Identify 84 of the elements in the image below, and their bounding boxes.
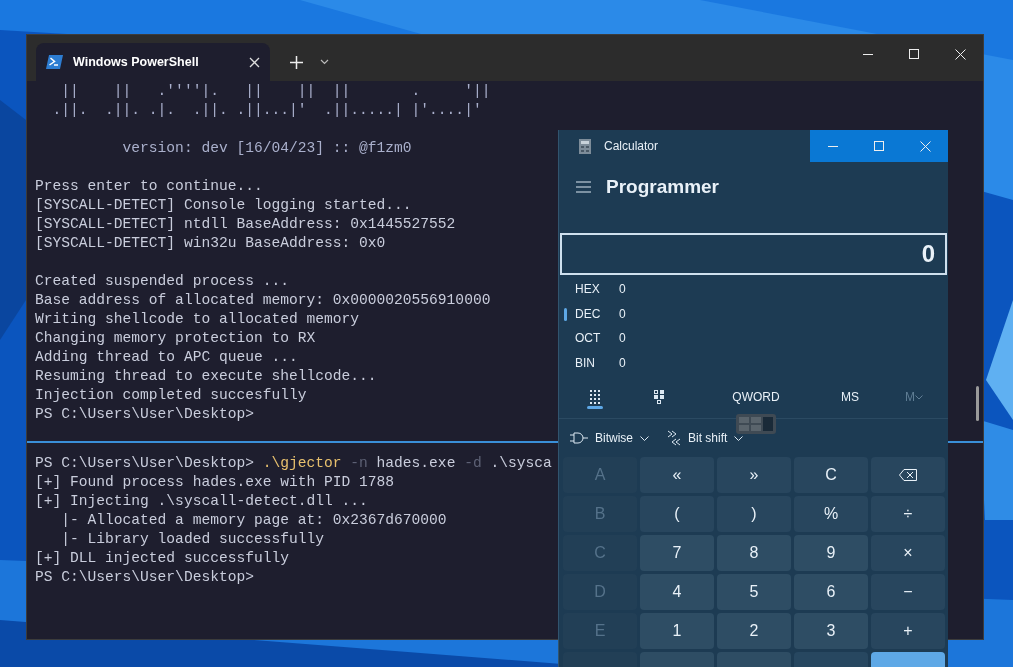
digit-key[interactable]: 5 [717, 574, 791, 610]
operator-key[interactable]: × [871, 535, 945, 571]
digit-key[interactable]: 3 [794, 613, 868, 649]
caret-icon [640, 435, 649, 441]
caret-icon [915, 394, 923, 400]
operator-key[interactable]: « [640, 457, 714, 493]
ascii-art-line: version: dev [16/04/23] :: @f1zm0 [121, 139, 412, 158]
maximize-icon [874, 141, 884, 151]
backspace-icon [899, 469, 917, 481]
display-field: 0 [560, 233, 947, 275]
digit-key[interactable]: 1 [640, 613, 714, 649]
operator-key[interactable]: ) [717, 496, 791, 532]
terminal-line: Writing shellcode to allocated memory [35, 310, 360, 329]
operator-key[interactable]: % [794, 496, 868, 532]
ascii-art-line: .||. .||. .|. .||. .||...|' .||.....| |'....|' [51, 101, 482, 120]
terminal-line: [+] Found process hades.exe with PID 1788 [35, 473, 395, 492]
terminal-line: PS C:\Users\User\Desktop> [35, 568, 254, 587]
caret-icon [319, 59, 329, 65]
dropdown-button[interactable]: Bitwise [570, 429, 649, 447]
close-icon [919, 140, 931, 152]
shift-arrows-icon [667, 430, 681, 446]
mode-title: Programmer [606, 174, 719, 199]
grid-icon [736, 414, 776, 434]
terminal-line: Resuming thread to execute shellcode... [35, 367, 377, 386]
radix-label: OCT [575, 330, 602, 348]
command-line: PS C:\Users\User\Desktop> .\gjector -n hades.exe -d .\sysca [35, 454, 552, 473]
terminal-line: [+] DLL injected successfully [35, 549, 289, 568]
terminal-line: PS C:\Users\User\Desktop> [35, 405, 254, 424]
menu-icon [576, 181, 591, 193]
digit-key[interactable]: 7 [640, 535, 714, 571]
terminal-line: Created suspended process ... [35, 272, 289, 291]
digit-key[interactable]: 4 [640, 574, 714, 610]
terminal-line: Adding thread to APC queue ... [35, 348, 298, 367]
radix-value: 0 [619, 354, 626, 372]
radix-label: HEX [575, 281, 601, 299]
radix-row[interactable]: OCT 0 [559, 326, 948, 351]
radix-label: BIN [575, 354, 596, 372]
digit-key[interactable]: 9 [794, 535, 868, 571]
digit-key[interactable]: 8 [717, 535, 791, 571]
keypad-icon [590, 390, 600, 404]
backspace-key[interactable] [871, 457, 945, 493]
close-icon [954, 48, 966, 60]
memory-store-button[interactable]: MS [826, 385, 874, 409]
caret-icon [734, 435, 744, 441]
operator-key[interactable]: » [717, 457, 791, 493]
window-title: Calculator [604, 138, 659, 155]
powershell-icon [46, 54, 64, 70]
operator-key[interactable]: ÷ [871, 496, 945, 532]
maximize-icon [909, 49, 919, 59]
terminal-line: Press enter to continue... [35, 177, 263, 196]
operator-key[interactable]: − [871, 574, 945, 610]
terminal-line: [SYSCALL-DETECT] ntdll BaseAddress: 0x1445527552 [35, 215, 456, 234]
radix-row[interactable]: HEX 0 [559, 277, 948, 302]
terminal-line: |- Allocated a memory page at: 0x2367d670000 [60, 511, 447, 530]
operator-key[interactable]: ( [640, 496, 714, 532]
operator-key[interactable]: C [794, 457, 868, 493]
terminal-line: [SYSCALL-DETECT] Console logging started... [35, 196, 412, 215]
terminal-tab[interactable]: Windows PowerShell [36, 43, 270, 81]
terminal-line: Injection completed succesfully [35, 386, 307, 405]
ascii-art-line: || || .''''|. || || || . '|| [60, 82, 491, 101]
scrollbar-thumb[interactable] [976, 386, 979, 421]
terminal-line: [+] Injecting .\syscall-detect.dll ... [35, 492, 368, 511]
plus-icon [289, 55, 303, 69]
logic-gate-icon [570, 432, 588, 444]
dots-icon [654, 390, 664, 404]
dropdown-button[interactable]: Bit shift [667, 429, 744, 447]
terminal-line: [SYSCALL-DETECT] win32u BaseAddress: 0x0 [35, 234, 386, 253]
terminal-line: |- Library loaded successfully [60, 530, 324, 549]
terminal-line: Base address of allocated memory: 0x0000020556910000 [35, 291, 491, 310]
calculator-icon [579, 138, 591, 154]
radix-row[interactable]: DEC 0 [559, 301, 948, 326]
word-size-button[interactable]: QWORD [716, 385, 796, 409]
radix-value: 0 [619, 305, 626, 323]
minimize-icon [863, 53, 873, 55]
radix-row[interactable]: BIN 0 [559, 350, 948, 375]
digit-key[interactable]: 6 [794, 574, 868, 610]
digit-key[interactable]: 2 [717, 613, 791, 649]
radix-value: 0 [619, 330, 626, 348]
minimize-icon [828, 145, 838, 147]
close-icon[interactable] [249, 56, 260, 68]
radix-value: 0 [619, 281, 626, 299]
terminal-line: Changing memory protection to RX [35, 329, 316, 348]
radix-label: DEC [575, 305, 602, 323]
operator-key[interactable]: + [871, 613, 945, 649]
